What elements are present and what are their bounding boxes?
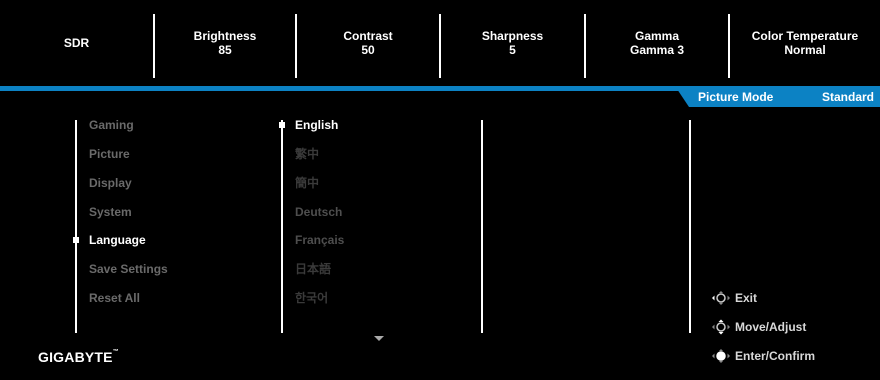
- column-line: [75, 120, 77, 333]
- language-option-japanese[interactable]: 日本語: [295, 262, 331, 276]
- brightness-stat: Brightness 85: [155, 0, 295, 86]
- help-confirm-label: Enter/Confirm: [735, 349, 816, 363]
- joystick-press-icon: [712, 349, 730, 363]
- column-line: [281, 120, 283, 333]
- menu-item-display[interactable]: Display: [89, 176, 132, 190]
- language-option-korean[interactable]: 한국어: [295, 291, 328, 305]
- menu-item-reset-all[interactable]: Reset All: [89, 291, 140, 305]
- brand-text: GIGABYTE: [38, 349, 113, 365]
- column-line: [689, 120, 691, 333]
- joystick-left-icon: [712, 291, 730, 305]
- help-move-label: Move/Adjust: [735, 320, 807, 334]
- hdr-mode-stat: SDR: [0, 0, 153, 86]
- color-temperature-label: Color Temperature: [751, 29, 859, 43]
- contrast-stat: Contrast 50: [297, 0, 439, 86]
- menu-item-system[interactable]: System: [89, 205, 132, 219]
- menu-item-language[interactable]: Language: [89, 233, 146, 247]
- help-exit-label: Exit: [735, 291, 758, 305]
- color-temperature-value: Normal: [784, 43, 826, 57]
- joystick-updown-icon: [712, 319, 730, 335]
- picture-mode-label: Picture Mode: [698, 90, 774, 104]
- language-option-simplified-chinese[interactable]: 簡中: [295, 176, 319, 190]
- sharpness-stat: Sharpness 5: [441, 0, 584, 86]
- selected-indicator: [73, 237, 79, 243]
- language-option-francais[interactable]: Français: [295, 233, 344, 247]
- gigabyte-logo: GIGABYTE™: [38, 349, 119, 365]
- contrast-value: 50: [361, 43, 375, 57]
- menu-item-picture[interactable]: Picture: [89, 147, 130, 161]
- picture-mode-value: Standard: [821, 90, 874, 104]
- column-line: [481, 120, 483, 333]
- gamma-stat: Gamma Gamma 3: [586, 0, 728, 86]
- menu-item-save-settings[interactable]: Save Settings: [89, 262, 168, 276]
- status-bar: SDR Brightness 85 Contrast 50 Sharpness …: [0, 0, 880, 86]
- gamma-label: Gamma: [634, 29, 680, 43]
- brightness-label: Brightness: [193, 29, 257, 43]
- selected-indicator: [279, 122, 285, 128]
- color-temperature-stat: Color Temperature Normal: [730, 0, 880, 86]
- gamma-value: Gamma 3: [629, 43, 685, 57]
- menu-item-gaming[interactable]: Gaming: [89, 118, 134, 132]
- help-exit: Exit: [711, 290, 757, 306]
- brightness-value: 85: [218, 43, 232, 57]
- contrast-label: Contrast: [343, 29, 393, 43]
- sharpness-value: 5: [509, 43, 516, 57]
- picture-mode-bar: Picture Mode Standard: [675, 86, 880, 107]
- language-option-traditional-chinese[interactable]: 繁中: [295, 147, 319, 161]
- language-option-english[interactable]: English: [295, 118, 338, 132]
- sharpness-label: Sharpness: [481, 29, 544, 43]
- language-option-deutsch[interactable]: Deutsch: [295, 205, 342, 219]
- help-move: Move/Adjust: [711, 319, 806, 335]
- scroll-down-icon[interactable]: [374, 336, 384, 341]
- help-confirm: Enter/Confirm: [711, 348, 815, 364]
- hdr-mode-label: SDR: [63, 36, 90, 50]
